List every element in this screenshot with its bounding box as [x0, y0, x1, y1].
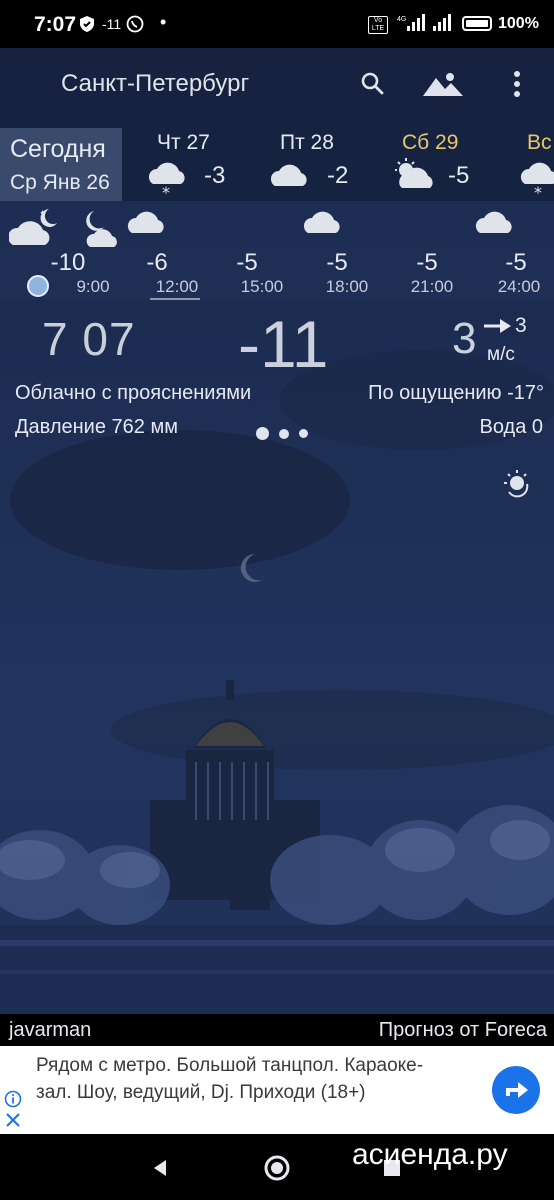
condition-text: Облачно с прояснениями: [15, 382, 252, 404]
hour-temp: -5: [236, 249, 258, 276]
wind-direction-arrow-icon: [484, 319, 511, 333]
day-thu[interactable]: Чт 27 * -3: [140, 126, 250, 201]
home-icon[interactable]: [263, 1154, 291, 1182]
hour-time: 15:00: [240, 277, 284, 296]
hour-time: 21:00: [410, 277, 454, 296]
search-icon[interactable]: [360, 71, 384, 95]
cloud-snow-icon: *: [148, 162, 185, 198]
wind-gust: 3: [515, 314, 527, 337]
battery-icon: [462, 16, 492, 31]
shield-icon: [80, 16, 94, 32]
day-date: Ср Янв 26: [10, 171, 110, 194]
volte-icon: Vo LTE: [368, 16, 388, 34]
hourly-forecast[interactable]: ✦ -10 -6 -5 -5 -5 -5 9:00 12:00 15:00 18…: [0, 201, 554, 301]
cloud-snow-icon: *: [520, 162, 554, 198]
status-bar: 7:07 -11 • Vo LTE 4G 100%: [0, 0, 554, 48]
daily-forecast-strip: Сегодня Ср Янв 26 Чт 27 * -3 Пт 28 -2 Сб…: [0, 126, 554, 201]
day-name: Чт 27: [157, 131, 210, 154]
photo-author[interactable]: javarman: [9, 1019, 91, 1042]
hour-time: 24:00: [497, 277, 541, 296]
directions-icon[interactable]: [492, 1066, 540, 1114]
close-icon[interactable]: [5, 1112, 21, 1128]
city-night-background: [0, 300, 554, 1014]
image-icon[interactable]: [423, 72, 463, 96]
page-dot: [299, 429, 308, 439]
hour-time: 9:00: [76, 277, 110, 296]
city-title[interactable]: Санкт-Петербург: [61, 70, 249, 98]
current-hour-marker: [27, 275, 49, 297]
hour-time: 18:00: [325, 277, 369, 296]
day-sun[interactable]: Вс *: [515, 126, 554, 201]
day-name: Пт 28: [280, 131, 334, 154]
sun-cloud-icon: [395, 158, 433, 188]
cloud-icon: [303, 211, 340, 233]
pressure: Давление 762 мм: [15, 416, 178, 438]
cloud-icon: [127, 211, 164, 233]
hour-temp: -5: [505, 249, 527, 276]
watermark-text: асиенда.ру: [352, 1138, 508, 1171]
current-temperature: -11: [238, 307, 329, 381]
day-temp: -5: [448, 162, 470, 189]
hour-temp: -5: [416, 249, 438, 276]
battery-percent: 100%: [498, 15, 539, 32]
day-name: Вс: [527, 131, 552, 154]
ad-text[interactable]: Рядом с метро. Большой танцпол. Караоке-…: [36, 1052, 456, 1106]
svg-text:✦: ✦: [39, 208, 47, 218]
footer-bar: javarman Прогноз от Foreca: [0, 1014, 554, 1046]
more-vert-icon[interactable]: [512, 70, 522, 98]
hour-temp: -6: [146, 249, 168, 276]
day-fri[interactable]: Пт 28 -2: [265, 126, 375, 201]
page-dot-active: [256, 427, 269, 441]
water-temp: Вода 0: [479, 416, 544, 438]
info-icon[interactable]: [4, 1090, 22, 1108]
signal-4g-icon: 4G: [397, 14, 425, 31]
night-cloud-icon: ✦: [9, 208, 57, 245]
page-dot: [279, 428, 289, 439]
ad-banner[interactable]: Рядом с метро. Большой танцпол. Караоке-…: [0, 1046, 554, 1134]
day-temp: -3: [204, 162, 226, 189]
forecast-source[interactable]: Прогноз от Foreca: [379, 1019, 547, 1042]
page-indicator[interactable]: [256, 425, 318, 443]
hourly-scroll-indicator: [150, 298, 200, 300]
cloud-icon: [475, 211, 512, 233]
hour-temp: -5: [326, 249, 348, 276]
hour-time: 12:00: [155, 277, 199, 296]
day-name: Сб 29: [402, 131, 459, 154]
current-time: 7 07: [42, 313, 136, 365]
cloud-icon: [270, 164, 307, 186]
day-sat[interactable]: Сб 29 -5: [390, 126, 500, 201]
hour-temp: -10: [50, 249, 86, 276]
back-icon[interactable]: [150, 1158, 170, 1178]
status-temperature: -11: [102, 16, 122, 32]
app-header: Санкт-Петербург: [0, 48, 554, 126]
signal-icon: [433, 14, 451, 31]
svg-text:*: *: [162, 183, 170, 198]
moon-cloud-icon: [86, 211, 117, 247]
weather-screen: 7:07 -11 • Vo LTE 4G 100% Санкт-Петербур…: [0, 0, 554, 1200]
wind-unit: м/с: [487, 344, 515, 365]
day-name: Сегодня: [10, 135, 106, 163]
notification-dot: •: [160, 12, 167, 32]
day-today[interactable]: Сегодня Ср Янв 26: [0, 128, 122, 201]
brightness-icon[interactable]: [502, 468, 532, 498]
wind-speed: 3: [452, 314, 477, 363]
status-time: 7:07: [34, 13, 77, 36]
feels-like: По ощущению -17°: [368, 382, 544, 404]
whatsapp-icon: [126, 15, 144, 33]
svg-text:4G: 4G: [397, 16, 406, 23]
svg-text:*: *: [534, 183, 542, 198]
day-temp: -2: [327, 162, 349, 189]
